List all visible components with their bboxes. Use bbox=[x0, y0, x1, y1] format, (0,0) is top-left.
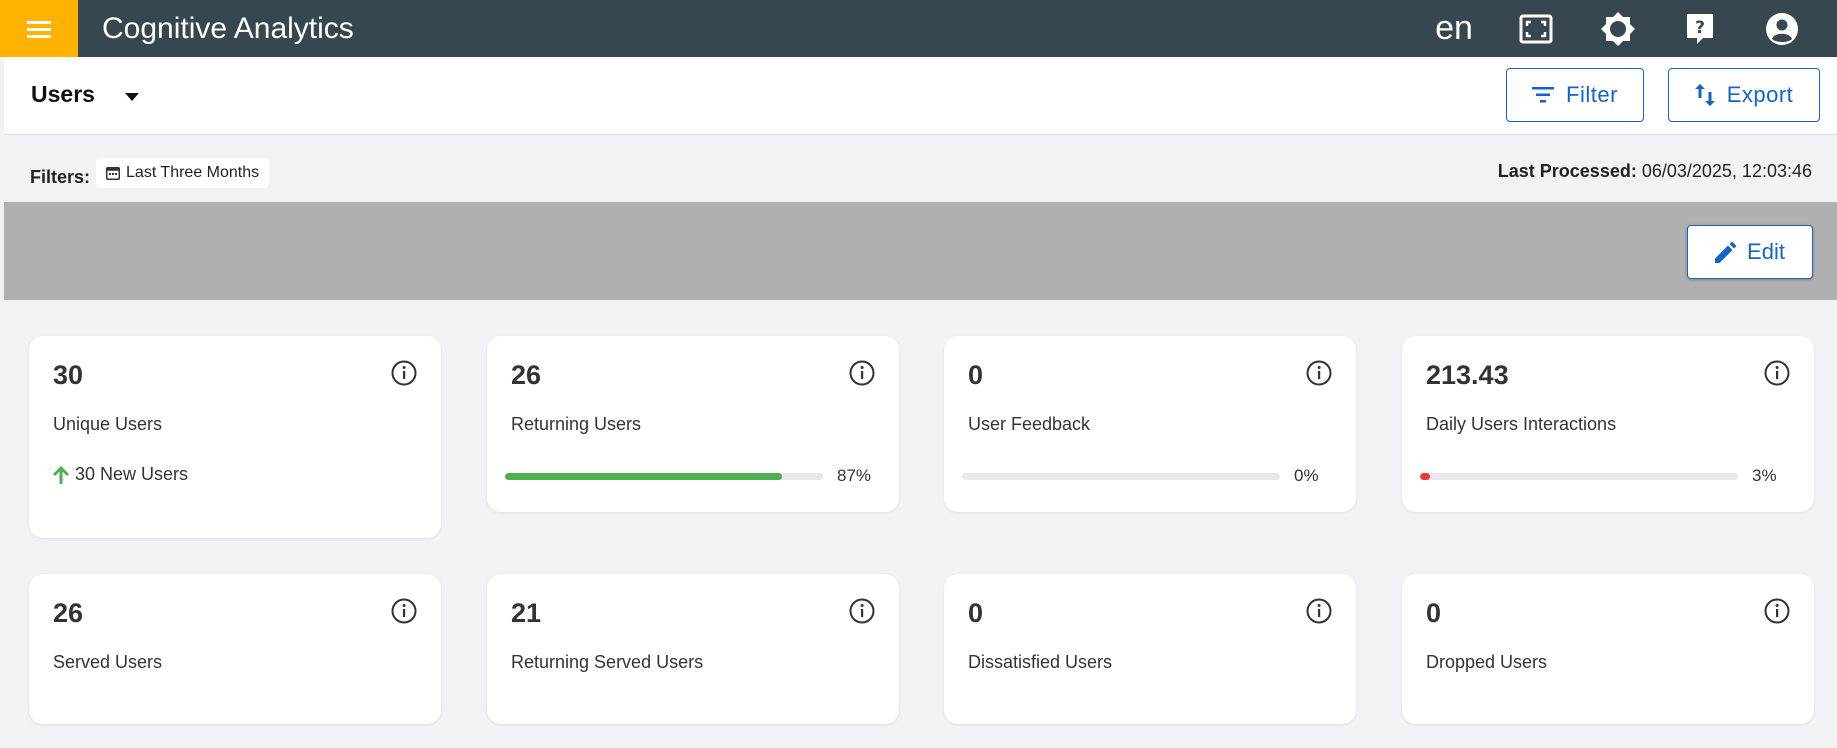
kpi-title: Returning Users bbox=[511, 414, 642, 434]
edit-button-label: Edit bbox=[1747, 239, 1785, 264]
kpi-card-served-users: 26 Served Users bbox=[29, 574, 441, 724]
kpi-card-daily-users-interactions: 213.43 Daily Users Interactions 3% bbox=[1402, 336, 1814, 512]
kpi-title: Unique Users bbox=[53, 414, 163, 434]
filter-chip-date-range[interactable]: Last Three Months bbox=[96, 158, 270, 188]
progress-percent: 3% bbox=[1752, 466, 1777, 485]
svg-text:?: ? bbox=[1695, 18, 1705, 38]
progress-bar-fill bbox=[505, 473, 782, 480]
kpi-card-dropped-users: 0 Dropped Users bbox=[1402, 574, 1814, 724]
brightness-icon bbox=[1601, 11, 1635, 46]
kpi-value: 21 bbox=[511, 598, 542, 628]
help-icon: ? bbox=[1687, 13, 1713, 44]
top-bar: Cognitive Analytics en ? bbox=[0, 0, 1837, 57]
info-icon[interactable] bbox=[1306, 598, 1332, 624]
info-icon[interactable] bbox=[1306, 360, 1332, 386]
progress-bar bbox=[962, 473, 1280, 480]
hamburger-icon bbox=[27, 20, 51, 38]
kpi-title: Daily Users Interactions bbox=[1426, 414, 1617, 434]
kpi-title: Returning Served Users bbox=[511, 652, 704, 672]
export-button-label: Export bbox=[1726, 82, 1794, 107]
kpi-card-returning-served-users: 21 Returning Served Users bbox=[487, 574, 899, 724]
kpi-value: 26 bbox=[53, 598, 84, 628]
pencil-icon bbox=[1715, 241, 1737, 263]
last-processed-value: 06/03/2025, 12:03:46 bbox=[1641, 161, 1812, 181]
kpi-value: 0 bbox=[1426, 598, 1442, 628]
kpi-title: Served Users bbox=[53, 652, 163, 672]
help-button[interactable]: ? bbox=[1659, 0, 1741, 57]
info-icon[interactable] bbox=[1764, 360, 1790, 386]
calendar-icon bbox=[106, 167, 121, 180]
info-icon[interactable] bbox=[849, 598, 875, 624]
sub-header: Users Filter Export bbox=[4, 57, 1837, 135]
info-icon[interactable] bbox=[391, 598, 417, 624]
kpi-value: 0 bbox=[968, 360, 984, 390]
kpi-card-user-feedback: 0 User Feedback 0% bbox=[944, 336, 1356, 512]
account-circle-icon bbox=[1766, 12, 1798, 45]
menu-button[interactable] bbox=[0, 0, 78, 57]
kpi-title: User Feedback bbox=[968, 414, 1091, 434]
language-selector[interactable]: en bbox=[1413, 9, 1495, 48]
view-selector[interactable]: Users bbox=[31, 81, 139, 108]
filters-label: Filters: bbox=[30, 166, 91, 187]
fullscreen-icon bbox=[1519, 14, 1553, 43]
kpi-trend-label: 30 New Users bbox=[75, 464, 189, 484]
info-icon[interactable] bbox=[1764, 598, 1790, 624]
kpi-value: 0 bbox=[968, 598, 984, 628]
last-processed: Last Processed: 06/03/2025, 12:03:46 bbox=[1498, 161, 1812, 182]
dashboard-banner bbox=[4, 202, 1837, 300]
theme-button[interactable] bbox=[1577, 0, 1659, 57]
view-selector-label: Users bbox=[31, 81, 95, 107]
progress-bar-fill bbox=[1420, 473, 1430, 480]
info-icon[interactable] bbox=[849, 360, 875, 386]
kpi-card-returning-users: 26 Returning Users 87% bbox=[487, 336, 899, 512]
filter-button[interactable]: Filter bbox=[1506, 68, 1644, 122]
edit-button[interactable]: Edit bbox=[1687, 225, 1813, 279]
filter-chip-label: Last Three Months bbox=[126, 164, 260, 181]
progress-bar bbox=[505, 473, 823, 480]
kpi-title: Dissatisfied Users bbox=[968, 652, 1113, 672]
kpi-value: 213.43 bbox=[1426, 360, 1509, 390]
info-icon[interactable] bbox=[391, 360, 417, 386]
export-button[interactable]: Export bbox=[1668, 68, 1820, 122]
kpi-trend: 30 New Users bbox=[53, 464, 188, 485]
filter-button-label: Filter bbox=[1566, 82, 1618, 107]
kpi-value: 30 bbox=[53, 360, 84, 390]
filters-bar: Filters: Last Three Months bbox=[30, 158, 270, 188]
progress-percent: 87% bbox=[837, 466, 872, 485]
account-button[interactable] bbox=[1741, 0, 1823, 57]
fullscreen-button[interactable] bbox=[1495, 0, 1577, 57]
kpi-card-unique-users: 30 Unique Users 30 New Users bbox=[29, 336, 441, 538]
arrow-up-icon bbox=[53, 465, 69, 484]
caret-down-icon bbox=[124, 92, 139, 101]
last-processed-label: Last Processed: bbox=[1497, 161, 1637, 181]
app-title: Cognitive Analytics bbox=[102, 11, 354, 45]
kpi-value: 26 bbox=[511, 360, 542, 390]
kpi-title: Dropped Users bbox=[1426, 652, 1548, 672]
progress-percent: 0% bbox=[1294, 466, 1319, 485]
kpi-card-dissatisfied-users: 0 Dissatisfied Users bbox=[944, 574, 1356, 724]
progress-bar bbox=[1420, 473, 1738, 480]
filter-icon bbox=[1532, 87, 1555, 103]
swap-vert-icon bbox=[1694, 84, 1715, 106]
